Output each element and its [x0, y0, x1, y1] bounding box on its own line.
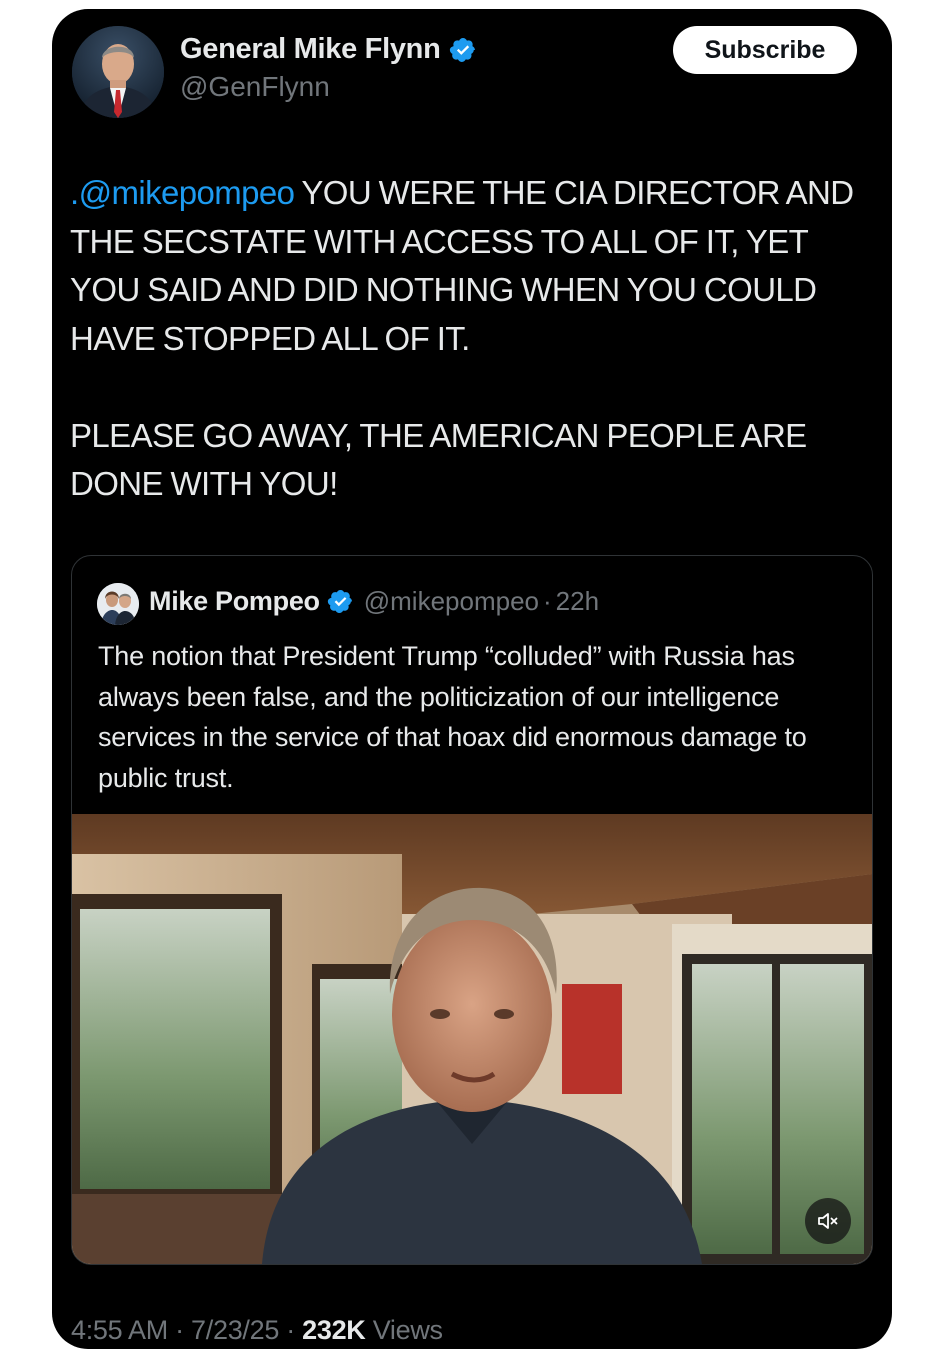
- quoted-author-handle[interactable]: @mikepompeo: [364, 586, 539, 617]
- tweet-timestamp[interactable]: 4:55 AM · 7/23/25 ·: [71, 1315, 302, 1345]
- quoted-timestamp[interactable]: 22h: [556, 586, 599, 617]
- views-label: Views: [365, 1315, 443, 1345]
- tweet-paragraph-2: PLEASE GO AWAY, THE AMERICAN PEOPLE ARE …: [70, 416, 807, 503]
- author-handle[interactable]: @GenFlynn: [180, 71, 330, 103]
- quoted-verified-badge-icon: [327, 589, 352, 614]
- views-count[interactable]: 232K: [302, 1315, 366, 1345]
- quoted-author-avatar-image: [97, 583, 139, 625]
- quoted-author-avatar[interactable]: [97, 583, 139, 625]
- tweet-meta: 4:55 AM · 7/23/25 · 232K Views: [71, 1315, 443, 1346]
- mute-toggle-button[interactable]: [805, 1198, 851, 1244]
- quoted-tweet-text: The notion that President Trump “collude…: [98, 641, 807, 793]
- separator-dot: ·: [543, 586, 552, 616]
- quoted-tweet[interactable]: Mike Pompeo @mikepompeo · 22h The notion…: [71, 555, 873, 1265]
- tweet-body: .@mikepompeo YOU WERE THE CIA DIRECTOR A…: [70, 169, 875, 509]
- mention-link[interactable]: .@mikepompeo: [70, 174, 295, 211]
- video-frame-image: [72, 814, 872, 1264]
- author-avatar-image: [72, 26, 164, 118]
- tweet-card: General Mike Flynn @GenFlynn Subscribe .…: [52, 9, 892, 1349]
- quoted-video[interactable]: [72, 814, 872, 1264]
- quoted-author-name[interactable]: Mike Pompeo: [149, 586, 320, 617]
- author-avatar[interactable]: [72, 26, 164, 118]
- verified-badge-icon: [449, 37, 475, 62]
- tweet-paragraph-1: .@mikepompeo YOU WERE THE CIA DIRECTOR A…: [70, 169, 875, 363]
- speaker-muted-icon: [818, 1213, 838, 1229]
- subscribe-button[interactable]: Subscribe: [673, 26, 857, 74]
- author-name[interactable]: General Mike Flynn: [180, 33, 441, 66]
